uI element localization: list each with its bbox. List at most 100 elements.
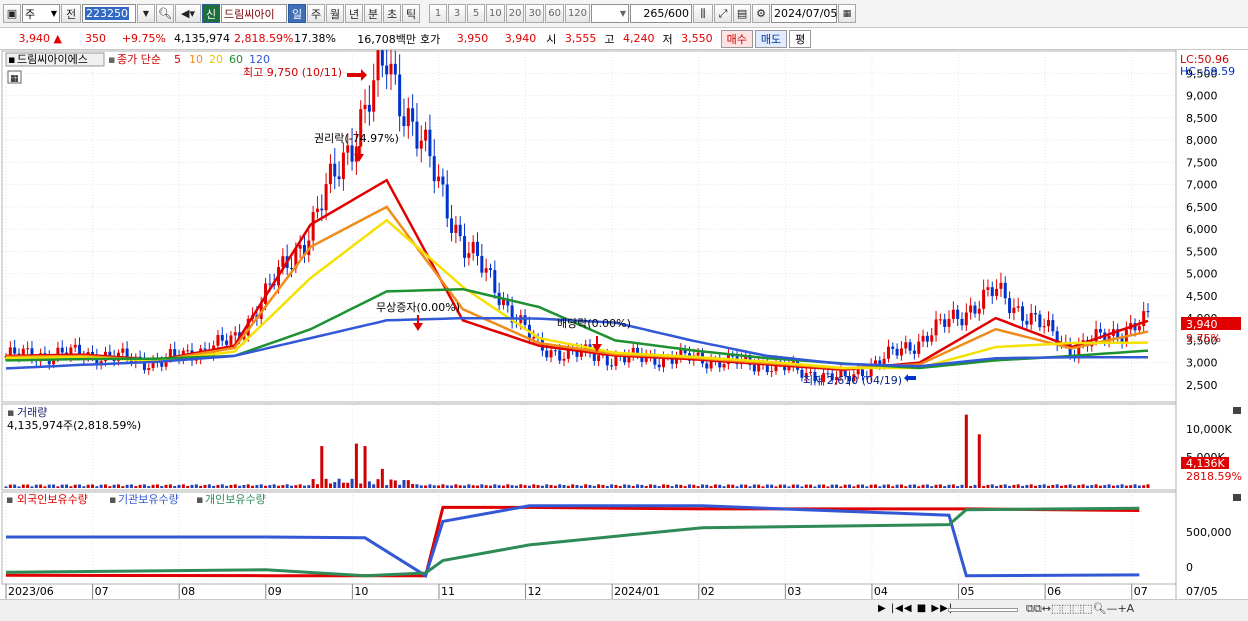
volume-bar [82,486,86,488]
volume-bar [359,483,363,488]
volume-bar [700,484,704,488]
volume-bar [112,484,116,488]
volume-bar [354,443,358,488]
save-icon[interactable]: ▤ [733,4,752,23]
search-icon[interactable]: 🔍︎ [156,4,174,23]
period-tick-tab[interactable]: 틱 [402,4,420,23]
candle-body [562,358,566,361]
candle-body [406,108,410,127]
data-count-input[interactable]: 265/600 [630,4,693,23]
candle-body [523,315,527,325]
candle-body [26,348,30,350]
volume-panel[interactable] [1,403,1177,491]
quote-row: 3,940 ▲ 350 +9.75% 4,135,974 2,818.59% 1… [0,28,1248,50]
period-minute-tab[interactable]: 분 [364,4,382,23]
candle-body [549,350,553,358]
volume-bar [350,478,354,488]
volume-bar [86,484,90,488]
stock-name-field[interactable]: 드림씨아이 [221,4,287,23]
volume-bar [497,485,501,488]
candle-body [432,156,436,182]
candle-body [367,104,371,112]
candle-body [545,350,549,358]
prev-button[interactable]: 전 [61,4,81,23]
volume-panel-close-icon[interactable] [1233,407,1241,414]
volume-bar [1103,485,1107,488]
volume-bar [536,485,540,488]
market-type-value: 주 [25,7,36,21]
market-type-select[interactable]: 주 ▼ [22,4,60,23]
volume-bar [709,486,713,488]
volume-bar [687,484,691,488]
volume-bar [744,484,748,488]
speaker-icon[interactable]: ◀▾ [175,4,201,23]
period-week-tab[interactable]: 주 [307,4,325,23]
candle-body [943,319,947,327]
high-label: 고 [604,32,615,46]
indicator-icon[interactable]: ⤢ [714,4,733,23]
play-controls[interactable]: ▶ |◀◀ ■ ▶▶| [878,603,953,614]
volume-bar [943,486,947,488]
tool-icons[interactable]: ⧉⧉↔⬚⬚⬚⬚🔍︎—+A [1026,602,1134,616]
volume-bar [1124,485,1128,488]
candle-body [186,350,190,352]
candle-body [938,319,942,321]
date-input[interactable]: 2024/07/05 [771,4,837,23]
volume-bar [255,485,259,488]
candle-body [1038,314,1042,328]
x-axis-label: 09 [268,585,282,598]
candle-body [458,224,462,237]
minute-unit-3[interactable]: 3 [448,4,466,23]
volume-bar [739,484,743,488]
sell-button[interactable]: 매도 [754,29,788,48]
period-second-tab[interactable]: 초 [383,4,401,23]
period-day-tab[interactable]: 일 [288,4,306,23]
gear-icon[interactable]: ⚙ [752,4,771,23]
volume-bar [1111,485,1115,488]
volume-bar [891,486,895,488]
volume-bar [770,484,774,488]
zoom-slider[interactable] [948,608,1018,612]
volume-bar [839,486,843,488]
volume-bar [761,486,765,488]
candle-body [960,319,964,326]
code-dropdown-button[interactable]: ▼ [137,4,155,23]
average-button[interactable]: 평 [789,29,812,48]
open-label: 시 [546,32,557,46]
period-month-tab[interactable]: 월 [326,4,344,23]
volume-bar [402,479,406,488]
volume-bar [233,484,237,488]
minute-unit-30[interactable]: 30 [525,4,545,23]
holding-panel-close-icon[interactable] [1233,494,1241,501]
current-price: 3,940 ▲ [0,32,64,45]
calendar-icon[interactable]: ▦ [838,4,857,23]
minute-custom-select[interactable]: ▼ [591,4,630,23]
candle-type-icon[interactable]: ⫼ [693,4,714,23]
candle-body [722,364,726,368]
minute-unit-5[interactable]: 5 [467,4,485,23]
candle-body [320,208,324,211]
volume-bullet: ▪ [7,406,14,419]
volume-summary: 4,135,974주(2,818.59%) [7,419,141,432]
volume-bar [91,484,95,488]
minute-unit-10[interactable]: 10 [486,4,505,23]
candle-body [428,129,432,157]
minute-unit-1[interactable]: 1 [429,4,447,23]
buy-button[interactable]: 매수 [720,29,753,48]
minute-unit-120[interactable]: 120 [564,4,591,23]
volume-bar [26,484,30,488]
period-year-tab[interactable]: 년 [345,4,363,23]
stock-chart[interactable]: 2,5003,0003,5004,0004,5005,0005,5006,000… [0,50,1248,599]
minute-unit-60[interactable]: 60 [545,4,564,23]
candle-body [912,350,916,354]
candle-body [389,63,393,75]
volume-bar [956,486,960,488]
layout-icon[interactable]: ▣ [3,4,21,23]
volume-bar [389,479,393,488]
candle-body [809,371,813,374]
candle-body [13,347,17,354]
candle-body [610,365,614,367]
candle-body [908,342,912,351]
minute-unit-20[interactable]: 20 [505,4,525,23]
stock-code-input[interactable]: 223250 [82,4,136,23]
